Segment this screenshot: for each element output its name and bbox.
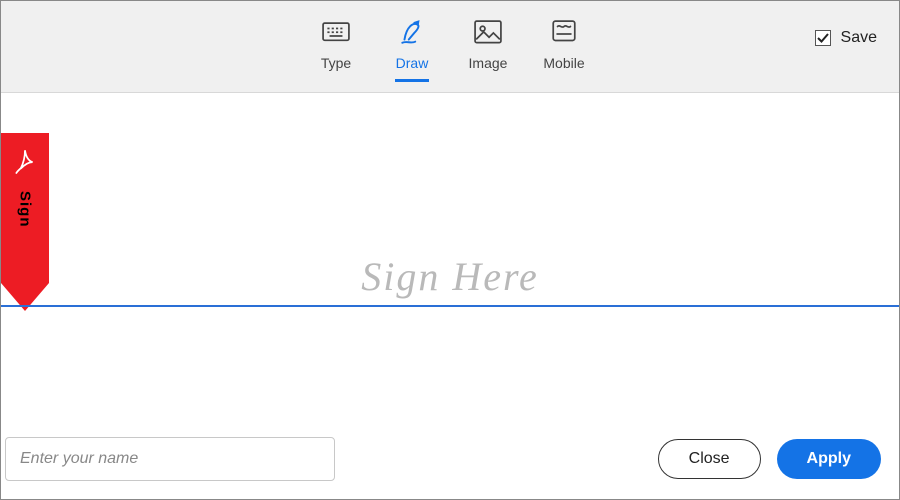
image-icon — [474, 19, 502, 45]
flag-body: Sign — [1, 133, 49, 283]
save-label: Save — [841, 29, 877, 47]
adobe-pdf-icon — [12, 147, 38, 177]
signature-toolbar: Type Draw Image — [1, 1, 899, 93]
tab-label: Image — [469, 55, 508, 71]
save-signature-toggle[interactable]: Save — [815, 29, 877, 47]
apply-button[interactable]: Apply — [777, 439, 881, 479]
mobile-icon — [550, 19, 578, 45]
tab-image[interactable]: Image — [461, 19, 515, 81]
footer-buttons: Close Apply — [658, 439, 881, 479]
checkbox-checked-icon — [815, 30, 831, 46]
tab-mobile[interactable]: Mobile — [537, 19, 591, 81]
dialog-footer: Close Apply — [1, 437, 899, 481]
tab-draw[interactable]: Draw — [385, 19, 439, 81]
signature-placeholder: Sign Here — [361, 253, 539, 300]
name-input[interactable] — [5, 437, 335, 481]
tab-type[interactable]: Type — [309, 19, 363, 81]
sign-here-flag: Sign — [1, 133, 49, 313]
signature-baseline — [1, 305, 899, 307]
pen-icon — [398, 19, 426, 45]
signature-tabs: Type Draw Image — [309, 1, 591, 92]
flag-label: Sign — [17, 191, 34, 228]
tab-label: Mobile — [543, 55, 584, 71]
close-button[interactable]: Close — [658, 439, 761, 479]
keyboard-icon — [322, 19, 350, 45]
tab-label: Type — [321, 55, 351, 71]
tab-label: Draw — [396, 55, 429, 71]
signature-canvas[interactable]: Sign Sign Here — [1, 93, 899, 403]
